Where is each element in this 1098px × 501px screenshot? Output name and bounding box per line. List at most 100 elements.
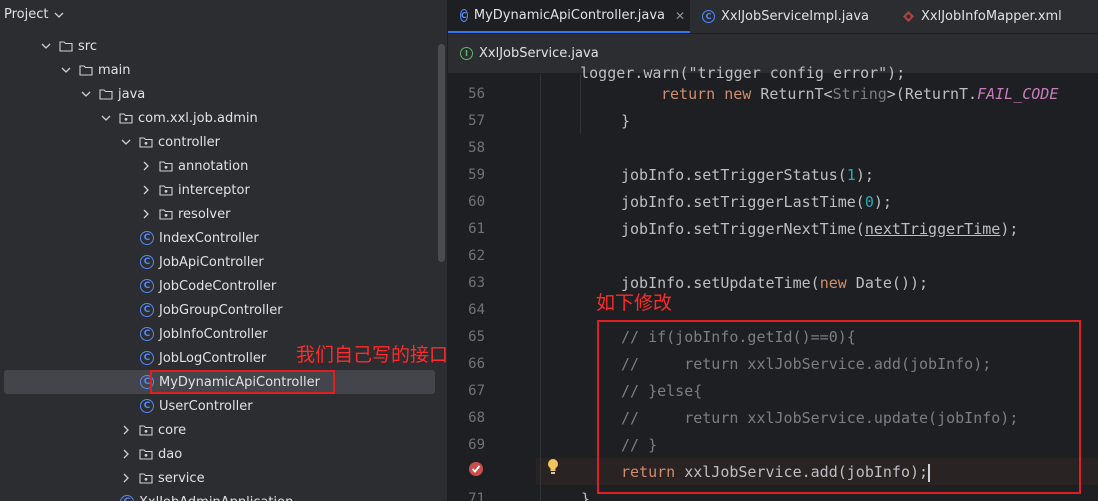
editor: C MyDynamicApiController.java ✕ C XxlJobServ… xyxy=(448,0,1098,501)
chevron-down-icon[interactable] xyxy=(100,112,112,124)
class-icon: C xyxy=(140,279,154,293)
code-line-71[interactable]: } xyxy=(581,486,590,501)
tree-item-label: JobApiController xyxy=(159,254,264,270)
tree-item-class[interactable]: C UserController xyxy=(0,394,447,418)
chevron-down-icon[interactable] xyxy=(80,88,92,100)
chevron-right-icon[interactable] xyxy=(140,184,152,196)
tree-item-label: JobGroupController xyxy=(159,302,283,318)
annotation-label: 我们自己写的接口 xyxy=(296,344,447,366)
project-header[interactable]: Project xyxy=(0,0,447,28)
line-number: 57 xyxy=(468,113,485,129)
line-number: 62 xyxy=(468,248,485,264)
tree-item-label: XxlJobAdminApplication xyxy=(139,495,293,501)
tree-item-folder[interactable]: dao xyxy=(0,442,447,466)
tab-label: MyDynamicApiController.java xyxy=(473,8,665,23)
class-icon: C xyxy=(140,303,154,317)
tree-item-folder[interactable]: service xyxy=(0,466,447,490)
tab-label: XxlJobServiceImpl.java xyxy=(721,9,870,24)
code-line-56[interactable]: return new ReturnT<String>(ReturnT.FAIL_… xyxy=(661,81,1058,108)
annotation-label: 如下修改 xyxy=(596,292,673,314)
tree-item-label: java xyxy=(118,86,146,102)
tree-item-label: controller xyxy=(158,134,221,150)
line-number: 63 xyxy=(468,275,485,291)
tree-item-label: main xyxy=(98,62,131,78)
close-icon[interactable]: ✕ xyxy=(675,9,685,23)
chevron-right-icon[interactable] xyxy=(120,448,132,460)
line-number: 60 xyxy=(468,194,485,210)
tree-item-folder[interactable]: com.xxl.job.admin xyxy=(0,106,447,130)
class-icon: C xyxy=(120,495,134,501)
package-icon xyxy=(138,422,154,438)
tree-item-label: dao xyxy=(158,446,183,462)
package-icon xyxy=(138,134,154,150)
tree-item-label: core xyxy=(158,422,187,438)
chevron-right-icon[interactable] xyxy=(140,208,152,220)
folder-icon xyxy=(58,38,74,54)
line-number: 66 xyxy=(468,356,485,372)
tab-label: XxlJobService.java xyxy=(479,46,599,61)
editor-tab[interactable]: XxlJobInfoMapper.xml xyxy=(890,0,1074,33)
tree-item-folder[interactable]: main xyxy=(0,58,447,82)
chevron-down-icon[interactable] xyxy=(60,64,72,76)
tree-item-folder[interactable]: controller xyxy=(0,130,447,154)
xml-icon xyxy=(902,10,915,23)
tree-item-label: annotation xyxy=(178,158,249,174)
package-icon xyxy=(138,446,154,462)
editor-tabbar: C MyDynamicApiController.java ✕ C XxlJobServ… xyxy=(448,0,1098,33)
package-icon xyxy=(158,182,174,198)
tree-item-label: JobLogController xyxy=(159,350,267,366)
tree-item-class[interactable]: C XxlJobAdminApplication xyxy=(0,490,447,501)
chevron-right-icon[interactable] xyxy=(120,424,132,436)
highlight-box xyxy=(597,320,1081,494)
tree-item-class[interactable]: C IndexController xyxy=(0,226,447,250)
class-icon: C xyxy=(702,10,715,23)
chevron-down-icon[interactable] xyxy=(40,40,52,52)
class-icon: C xyxy=(140,351,154,365)
tree-item-folder[interactable]: resolver xyxy=(0,202,447,226)
tree-item-folder[interactable]: annotation xyxy=(0,154,447,178)
folder-icon xyxy=(78,62,94,78)
editor-tab[interactable]: C MyDynamicApiController.java ✕ xyxy=(448,0,690,33)
chevron-right-icon[interactable] xyxy=(120,472,132,484)
breakpoint-icon[interactable] xyxy=(468,461,484,477)
tree-item-class[interactable]: C JobGroupController xyxy=(0,298,447,322)
line-number: 59 xyxy=(468,167,485,183)
code-line-61[interactable]: jobInfo.setTriggerNextTime(nextTriggerTi… xyxy=(621,216,1018,243)
chevron-down-icon[interactable] xyxy=(54,9,64,19)
tree-item-label: interceptor xyxy=(178,182,250,198)
tree-item-label: resolver xyxy=(178,206,231,222)
tab-label: XxlJobInfoMapper.xml xyxy=(921,9,1062,24)
tree-item-label: com.xxl.job.admin xyxy=(138,110,258,126)
line-number: 61 xyxy=(468,221,485,237)
code-line-60[interactable]: jobInfo.setTriggerLastTime(0); xyxy=(621,189,892,216)
folder-icon xyxy=(98,86,114,102)
editor-tab[interactable]: C XxlJobServiceImpl.java xyxy=(690,0,890,33)
line-number: 68 xyxy=(468,410,485,426)
tree-item-folder[interactable]: src xyxy=(0,34,447,58)
line-number: 65 xyxy=(468,329,485,345)
line-number: 58 xyxy=(468,140,485,156)
tree-item-folder[interactable]: java xyxy=(0,82,447,106)
tree-item-label: src xyxy=(78,38,97,54)
chevron-right-icon[interactable] xyxy=(140,160,152,172)
code-line-57[interactable]: } xyxy=(621,108,630,135)
project-panel: Project src main java com.xxl.job.admin cont… xyxy=(0,0,447,501)
class-icon: C xyxy=(140,231,154,245)
tree-item-label: IndexController xyxy=(159,230,259,246)
project-title[interactable]: Project xyxy=(4,7,48,22)
tree-item-class[interactable]: C JobCodeController xyxy=(0,274,447,298)
line-number: 64 xyxy=(468,302,485,318)
chevron-down-icon[interactable] xyxy=(120,136,132,148)
scrollbar-thumb[interactable] xyxy=(438,44,445,262)
code-line-59[interactable]: jobInfo.setTriggerStatus(1); xyxy=(621,162,874,189)
package-icon xyxy=(118,110,134,126)
package-icon xyxy=(158,206,174,222)
package-icon xyxy=(138,470,154,486)
tree-item-class[interactable]: C JobApiController xyxy=(0,250,447,274)
class-icon: C xyxy=(140,327,154,341)
tree-item-folder[interactable]: core xyxy=(0,418,447,442)
tree-item-folder[interactable]: interceptor xyxy=(0,178,447,202)
line-gutter: 56 57 58 59 60 61 62 63 64 65 66 67 68 69 71 xyxy=(448,74,536,501)
class-icon: C xyxy=(140,399,154,413)
line-number: 69 xyxy=(468,437,485,453)
